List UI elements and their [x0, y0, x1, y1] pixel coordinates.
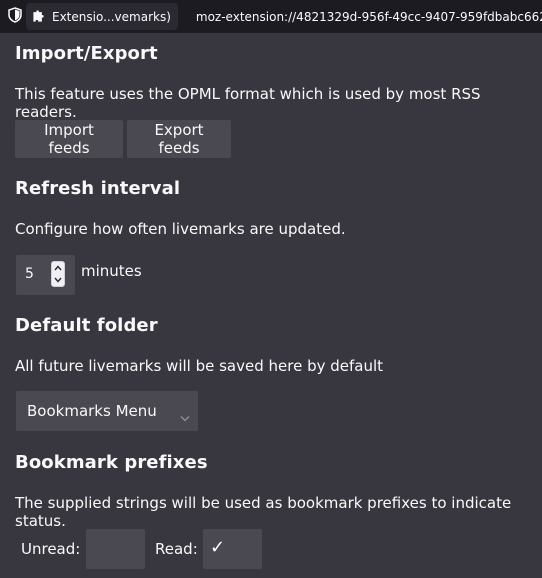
export-feeds-button[interactable]: Export feeds — [127, 120, 231, 158]
address-bar: Extensio...vemarks) moz-extension://4821… — [0, 0, 542, 33]
url-text[interactable]: moz-extension://4821329d-956f-49cc-9407-… — [196, 10, 542, 24]
chevron-down-icon — [180, 407, 190, 426]
refresh-interval-input[interactable]: 5 — [16, 255, 75, 295]
unread-prefix-label: Unread: — [21, 540, 81, 558]
bookmark-prefixes-description: The supplied strings will be used as boo… — [15, 494, 512, 530]
number-spinner[interactable] — [51, 261, 65, 287]
read-prefix-input[interactable]: ✓ — [203, 529, 262, 569]
refresh-interval-value: 5 — [25, 266, 34, 282]
extension-name: Extensio...vemarks) — [52, 9, 171, 24]
spin-down-icon[interactable] — [52, 274, 64, 286]
read-prefix-label: Read: — [155, 540, 198, 558]
import-feeds-button[interactable]: Import feeds — [15, 120, 123, 158]
import-export-heading: Import/Export — [15, 43, 158, 64]
options-page: Import/Export This feature uses the OPML… — [0, 33, 542, 578]
unread-prefix-input[interactable] — [86, 529, 145, 569]
refresh-interval-heading: Refresh interval — [15, 178, 181, 199]
default-folder-description: All future livemarks will be saved here … — [15, 357, 384, 375]
default-folder-select[interactable]: Bookmarks Menu — [16, 391, 198, 431]
shield-icon — [8, 6, 22, 27]
refresh-interval-description: Configure how often livemarks are update… — [15, 220, 346, 238]
refresh-interval-unit: minutes — [81, 262, 142, 280]
read-prefix-value: ✓ — [210, 537, 226, 558]
tracking-protection-button[interactable] — [8, 5, 22, 29]
spin-up-icon[interactable] — [52, 262, 64, 274]
extension-identity-chip[interactable]: Extensio...vemarks) — [26, 3, 178, 30]
import-export-description: This feature uses the OPML format which … — [15, 85, 481, 121]
bookmark-prefixes-heading: Bookmark prefixes — [15, 452, 208, 473]
puzzle-icon — [32, 9, 47, 24]
default-folder-selected: Bookmarks Menu — [27, 402, 157, 420]
default-folder-heading: Default folder — [15, 315, 158, 336]
